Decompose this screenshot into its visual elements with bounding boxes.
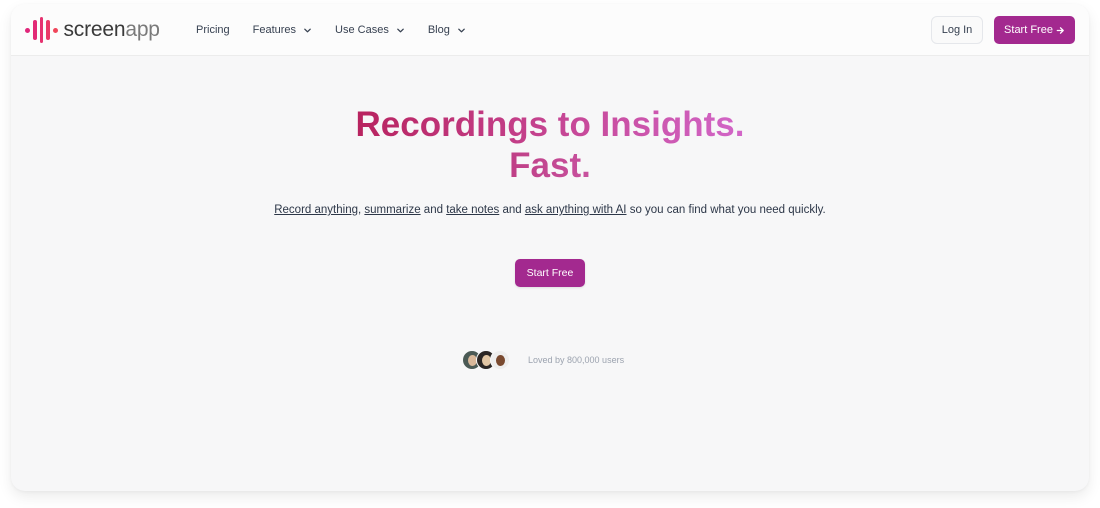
social-proof: Loved by 800,000 users (462, 350, 624, 370)
chevron-down-icon (397, 28, 404, 32)
hero-subtitle: Record anything, summarize and take note… (266, 202, 834, 219)
hero-title: Recordings to Insights. Fast. (11, 104, 1089, 186)
start-free-label: Start Free (1004, 24, 1053, 36)
nav-item-label: Blog (427, 24, 450, 36)
ask-ai-link[interactable]: ask anything with AI (525, 204, 627, 216)
subtitle-text: and (420, 204, 447, 216)
brand-name: screenapp (63, 18, 160, 41)
subtitle-text: so you can find what you need quickly. (626, 204, 826, 216)
start-free-hero-button[interactable]: Start Free (515, 259, 585, 287)
summarize-link[interactable]: summarize (364, 204, 420, 216)
start-free-nav-button[interactable]: Start Free (994, 16, 1075, 44)
social-proof-text: Loved by 800,000 users (528, 355, 625, 365)
nav-item-pricing[interactable]: Pricing (196, 24, 230, 36)
page-card: screenapp Pricing Features Use Cases Blo… (11, 4, 1089, 491)
brand-logo[interactable]: screenapp (25, 16, 160, 44)
avatar-group (462, 350, 510, 370)
nav-item-blog[interactable]: Blog (428, 24, 466, 36)
take-notes-link[interactable]: take notes (446, 204, 499, 216)
hero-title-line2: Fast. (509, 146, 591, 185)
top-navbar: screenapp Pricing Features Use Cases Blo… (11, 4, 1089, 56)
nav-item-use-cases[interactable]: Use Cases (335, 24, 405, 36)
avatar (490, 350, 510, 370)
subtitle-text: and (499, 204, 525, 216)
sound-wave-icon (25, 17, 58, 43)
arrow-right-icon (1056, 26, 1064, 34)
nav-item-label: Use Cases (335, 24, 389, 36)
nav-item-label: Pricing (196, 24, 230, 36)
nav-item-features[interactable]: Features (253, 24, 312, 36)
login-button[interactable]: Log In (931, 16, 983, 44)
nav-item-label: Features (252, 24, 297, 36)
main-nav: Pricing Features Use Cases Blog (196, 4, 489, 56)
chevron-down-icon (304, 28, 311, 32)
hero-title-line1: Recordings to Insights. (355, 105, 745, 144)
chevron-down-icon (458, 28, 465, 32)
record-anything-link[interactable]: Record anything (274, 204, 358, 216)
